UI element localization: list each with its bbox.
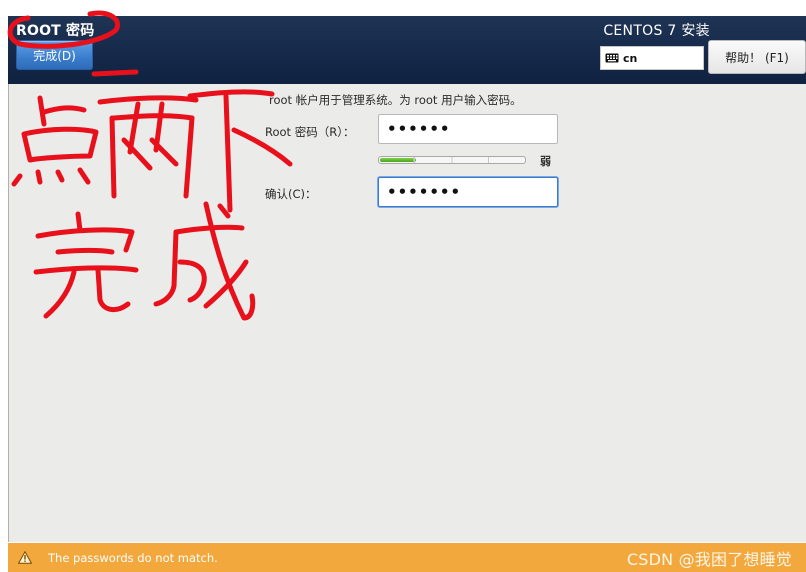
- warning-icon: [18, 551, 32, 564]
- install-title: CENTOS 7 安装: [603, 23, 710, 39]
- password-strength-ticks: [379, 157, 525, 163]
- confirm-password-label: 确认(C)：: [265, 187, 317, 201]
- keyboard-layout-label: cn: [623, 51, 638, 65]
- root-password-label: Root 密码（R）：: [265, 125, 355, 139]
- watermark: CSDN @我困了想睡觉: [626, 549, 792, 569]
- installer-screen: ROOT 密码 完成(D) CENTOS 7 安装 cn 帮助！ (F1) ro…: [0, 0, 806, 572]
- password-strength-label: 弱: [540, 155, 551, 168]
- header-bar: ROOT 密码 完成(D) CENTOS 7 安装 cn 帮助！ (F1): [8, 16, 806, 84]
- status-message: The passwords do not match.: [48, 550, 218, 565]
- root-password-form: root 帐户用于管理系统。为 root 用户输入密码。 Root 密码（R）：…: [8, 84, 806, 542]
- password-strength-bar: [378, 156, 526, 164]
- confirm-password-input[interactable]: •••••••: [378, 177, 558, 207]
- done-button[interactable]: 完成(D): [16, 40, 93, 70]
- help-button[interactable]: 帮助！ (F1): [708, 40, 806, 74]
- keyboard-icon: [605, 53, 619, 63]
- keyboard-layout-indicator[interactable]: cn: [600, 46, 704, 70]
- root-password-input[interactable]: ••••••: [378, 114, 558, 144]
- page-title: ROOT 密码: [16, 23, 95, 39]
- instruction-text: root 帐户用于管理系统。为 root 用户输入密码。: [269, 93, 522, 107]
